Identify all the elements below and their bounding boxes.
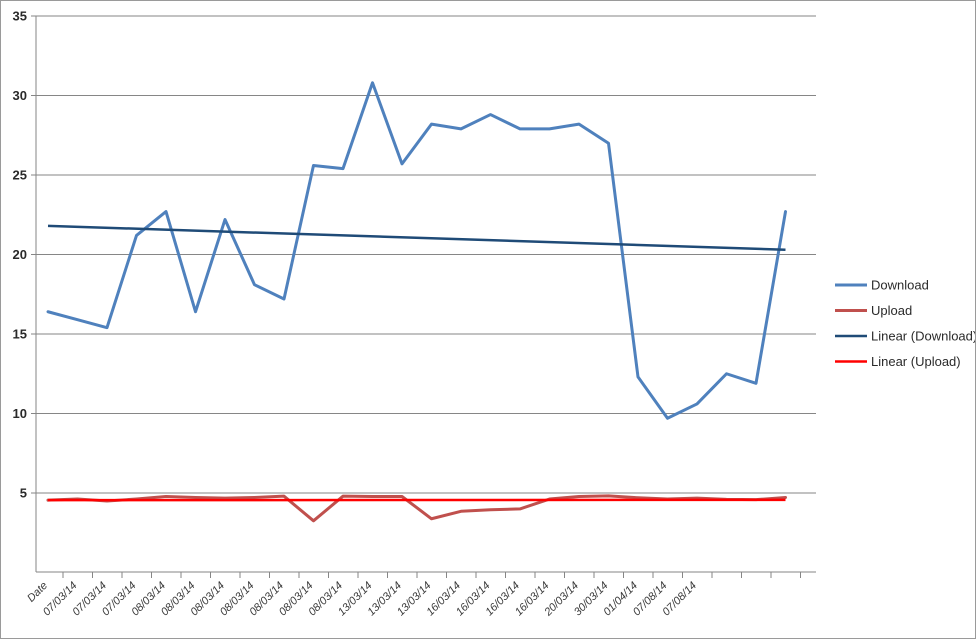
legend-label[interactable]: Linear (Upload) bbox=[871, 354, 961, 369]
y-axis-ticks bbox=[31, 15, 36, 494]
y-tick-label: 30 bbox=[13, 88, 27, 103]
legend-label[interactable]: Upload bbox=[871, 303, 912, 318]
y-tick-label: 35 bbox=[13, 8, 27, 23]
y-axis-tick-labels: 5 10 15 20 25 30 35 bbox=[13, 8, 27, 500]
y-tick-label: 5 bbox=[20, 485, 27, 500]
x-tick-label: Date bbox=[25, 580, 50, 605]
y-tick-label: 10 bbox=[13, 406, 27, 421]
series-line-download bbox=[46, 81, 787, 420]
series-line-linear-download bbox=[47, 224, 786, 251]
y-tick-label: 15 bbox=[13, 326, 27, 341]
gridlines bbox=[36, 15, 816, 494]
y-tick-label: 20 bbox=[13, 247, 27, 262]
y-tick-label: 25 bbox=[13, 167, 27, 182]
chart-legend: Download Upload Linear (Download) Linear (U… bbox=[835, 277, 976, 369]
legend-label[interactable]: Linear (Download) bbox=[871, 328, 976, 343]
x-axis-ticks bbox=[62, 572, 801, 578]
x-axis bbox=[35, 16, 816, 573]
legend-label[interactable]: Download bbox=[871, 277, 929, 292]
data-series bbox=[46, 81, 787, 523]
line-chart: 5 10 15 20 25 30 35 Date07/03/1407/03/1407/03/… bbox=[13, 8, 976, 619]
chart-container: 5 10 15 20 25 30 35 Date 07/03/14 07/03/14 07/03/… bbox=[0, 0, 976, 639]
x-axis-tick-labels: Date07/03/1407/03/1407/03/1408/03/1408/0… bbox=[25, 580, 699, 619]
